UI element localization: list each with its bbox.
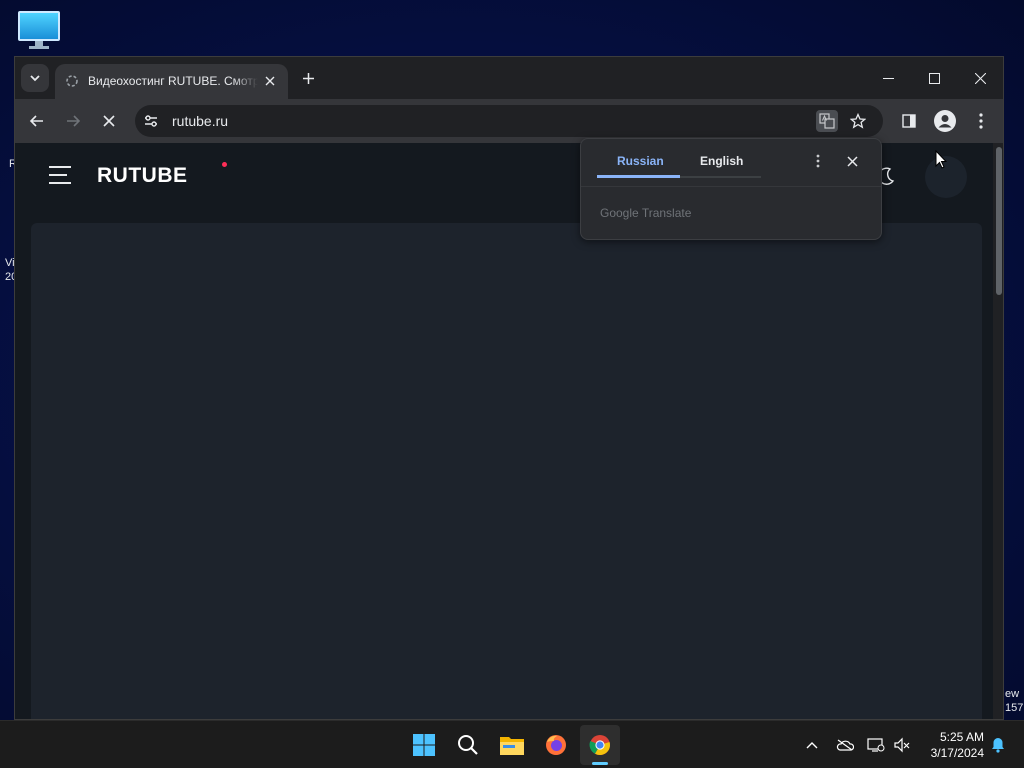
content-placeholder <box>31 223 982 719</box>
tab-strip: Видеохостинг RUTUBE. Смотрите онлайн <box>15 57 1003 99</box>
maximize-button[interactable] <box>911 65 957 91</box>
chrome-menu-button[interactable] <box>969 109 993 133</box>
tab-search-button[interactable] <box>21 64 49 92</box>
tab-title: Видеохостинг RUTUBE. Смотрите онлайн <box>88 74 258 88</box>
window-close-button[interactable] <box>957 65 1003 91</box>
translate-popup: Russian English Google Translate <box>580 138 882 240</box>
site-info-icon[interactable] <box>143 113 159 129</box>
active-tab-indicator <box>597 175 680 178</box>
chrome-taskbar-button[interactable] <box>580 725 620 765</box>
chrome-icon <box>589 735 610 756</box>
loading-favicon-icon <box>66 75 78 87</box>
new-tab-button[interactable] <box>298 68 318 88</box>
arrow-left-icon <box>29 115 43 127</box>
more-vert-icon <box>979 113 983 129</box>
url-text[interactable]: rutube.ru <box>172 113 228 129</box>
desktop-edge-text: ew <box>1005 688 1020 700</box>
forward-button[interactable] <box>59 107 87 135</box>
arrow-right-icon <box>67 115 81 127</box>
more-vert-icon <box>816 154 820 168</box>
search-icon <box>458 735 478 755</box>
this-pc-desktop-icon[interactable] <box>18 11 60 49</box>
star-icon <box>850 113 866 129</box>
back-button[interactable] <box>23 107 51 135</box>
tab-target-language[interactable]: English <box>700 154 743 168</box>
desktop-edge-text: 157 <box>1005 702 1024 714</box>
translate-close-button[interactable] <box>842 151 862 171</box>
windows-logo-icon <box>413 734 435 756</box>
firefox-button[interactable] <box>536 725 576 765</box>
profile-button[interactable] <box>933 109 957 133</box>
scrollbar[interactable] <box>993 143 1003 719</box>
clock-date: 3/17/2024 <box>930 746 984 760</box>
search-button[interactable] <box>448 725 488 765</box>
close-icon <box>103 115 115 127</box>
bookmark-star-button[interactable] <box>848 111 868 131</box>
minimize-icon <box>882 77 894 79</box>
clock-time: 5:25 AM <box>939 730 984 744</box>
tab-close-button[interactable] <box>262 73 278 89</box>
maximize-icon <box>928 72 940 84</box>
tab-source-language[interactable]: Russian <box>617 154 664 168</box>
translate-icon[interactable] <box>816 110 838 132</box>
plus-icon <box>302 72 314 84</box>
mouse-cursor-icon <box>935 150 947 169</box>
avatar <box>934 110 956 132</box>
cloud-offline-icon <box>836 739 854 751</box>
network-tray-button[interactable] <box>866 735 886 755</box>
popup-divider <box>581 186 881 187</box>
side-panel-button[interactable] <box>897 109 921 133</box>
network-icon <box>867 738 885 752</box>
show-hidden-icons-button[interactable] <box>802 735 822 755</box>
scroll-thumb[interactable] <box>996 147 1002 295</box>
tab-rutube[interactable]: Видеохостинг RUTUBE. Смотрите онлайн <box>55 64 288 99</box>
side-panel-icon <box>902 114 916 128</box>
onedrive-tray-button[interactable] <box>835 735 855 755</box>
person-icon <box>938 115 952 128</box>
monitor-icon <box>18 11 60 41</box>
system-clock[interactable]: 5:25 AM 3/17/2024 <box>920 729 984 761</box>
google-translate-label: Google Translate <box>600 206 692 220</box>
hamburger-menu-button[interactable] <box>49 166 71 184</box>
file-explorer-button[interactable] <box>492 725 532 765</box>
stop-loading-button[interactable] <box>95 107 123 135</box>
notifications-button[interactable] <box>988 735 1008 755</box>
address-bar[interactable]: rutube.ru <box>135 105 883 137</box>
close-icon <box>846 155 858 167</box>
start-button[interactable] <box>404 725 444 765</box>
chevron-down-icon <box>30 75 40 82</box>
bell-icon <box>992 738 1004 753</box>
active-app-indicator <box>592 762 608 765</box>
close-icon <box>265 76 275 86</box>
rutube-logo[interactable]: RUTUBE <box>97 164 188 188</box>
firefox-icon <box>546 735 566 755</box>
folder-icon <box>500 737 524 755</box>
translate-options-button[interactable] <box>808 151 828 171</box>
volume-tray-button[interactable] <box>892 735 912 755</box>
speaker-muted-icon <box>894 737 910 753</box>
minimize-button[interactable] <box>865 65 911 91</box>
chevron-up-icon <box>806 742 818 749</box>
close-icon <box>974 72 986 84</box>
logo-dot-icon <box>222 162 227 167</box>
taskbar: 5:25 AM 3/17/2024 <box>0 720 1024 768</box>
browser-toolbar: rutube.ru <box>15 99 1003 143</box>
